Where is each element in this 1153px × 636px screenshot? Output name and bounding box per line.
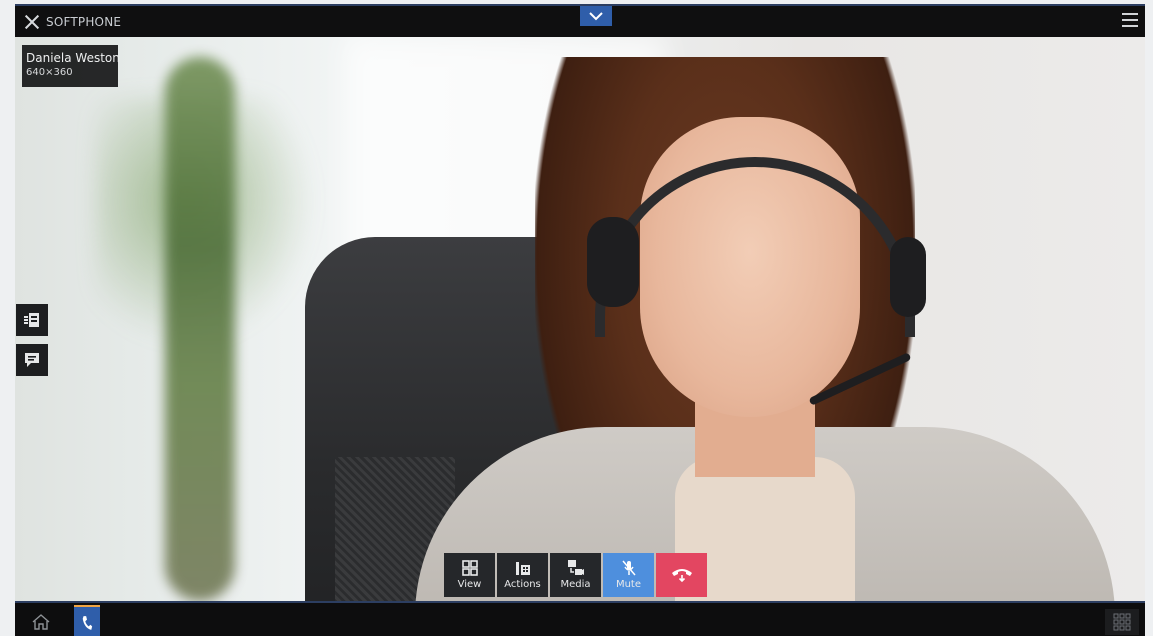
hangup-button[interactable] <box>656 553 707 597</box>
background-plant <box>165 57 235 601</box>
chat-button[interactable] <box>16 344 48 376</box>
transfer-contact-button[interactable] <box>16 304 48 336</box>
title-bar: SOFTPHONE <box>15 4 1145 37</box>
chat-message-icon <box>25 353 39 367</box>
close-icon[interactable] <box>24 14 40 30</box>
call-controls: View Actions Media Mute <box>444 553 707 597</box>
bottom-taskbar <box>15 601 1145 636</box>
transfer-contact-icon <box>24 313 39 327</box>
mute-label: Mute <box>615 579 642 590</box>
media-switch-icon <box>567 560 584 575</box>
hamburger-menu-icon[interactable] <box>1122 13 1138 28</box>
caller-name: Daniela Weston <box>26 51 120 65</box>
collapse-toggle-button[interactable] <box>580 6 612 26</box>
video-resolution: 640×360 <box>26 67 73 78</box>
grid-view-icon <box>461 560 478 576</box>
home-icon <box>32 614 50 630</box>
phone-icon <box>82 615 93 630</box>
mic-muted-icon <box>621 560 636 576</box>
caller-info-tag: Daniela Weston 640×360 <box>22 45 120 87</box>
phone-tab[interactable] <box>74 605 100 636</box>
app-grid-button[interactable] <box>1105 609 1139 635</box>
dialpad-actions-icon <box>515 562 530 575</box>
mute-button[interactable]: Mute <box>603 553 654 597</box>
view-label: View <box>457 579 482 590</box>
actions-button[interactable]: Actions <box>497 553 548 597</box>
media-label: Media <box>560 579 591 590</box>
app-title: SOFTPHONE <box>46 14 122 29</box>
app-grid-icon <box>1113 613 1131 631</box>
remote-video-feed <box>15 37 1145 601</box>
actions-label: Actions <box>504 579 541 590</box>
softphone-window: SOFTPHONE Daniela Weston 640×360 View Ac… <box>0 0 1153 636</box>
hangup-icon <box>671 569 692 583</box>
view-button[interactable]: View <box>444 553 495 597</box>
media-button[interactable]: Media <box>550 553 601 597</box>
home-button[interactable] <box>25 609 57 635</box>
chevron-down-icon <box>589 12 603 21</box>
